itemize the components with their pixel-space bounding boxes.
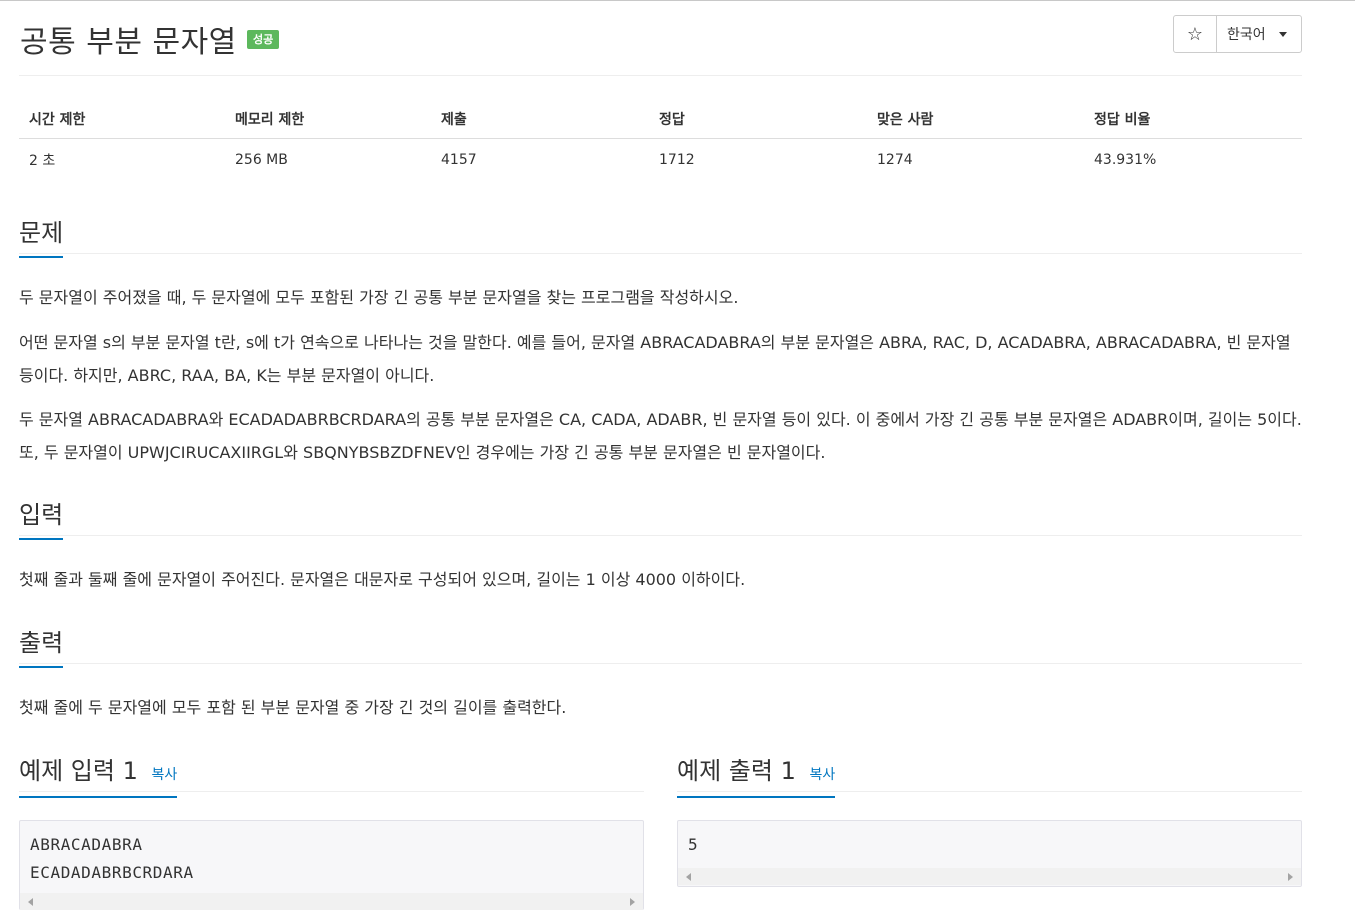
problem-paragraph-2: 어떤 문자열 s의 부분 문자열 t란, s에 t가 연속으로 나타나는 것을 … (19, 333, 1291, 385)
example-input-line: ECADADABRBCRDARA (30, 863, 194, 882)
example-output-line: 5 (688, 835, 699, 854)
example-input-title: 예제 입력 1 복사 (19, 751, 178, 798)
header-accept-ratio: 정답 비율 (1084, 101, 1302, 139)
input-description: 첫째 줄과 둘째 줄에 문자열이 주어진다. 문자열은 대문자로 구성되어 있으… (19, 570, 746, 589)
value-time-limit: 2 초 (29, 153, 56, 169)
table-header-row: 시간 제한 메모리 제한 제출 정답 맞은 사람 정답 비율 (19, 101, 1302, 139)
value-accept-ratio: 43.931% (1094, 152, 1157, 168)
example-input-heading: 예제 입력 1 (19, 757, 138, 785)
value-accepted: 1712 (659, 152, 695, 168)
header-solved-users: 맞은 사람 (867, 101, 1084, 139)
copy-output-button[interactable]: 복사 (810, 767, 836, 783)
problem-header: 공통 부분 문자열 성공 ☆ 한국어 (19, 15, 1302, 65)
problem-paragraph-3: 두 문자열 ABRACADABRA와 ECADADABRBCRDARA의 공통 … (19, 410, 1302, 462)
output-section-header: 출력 (19, 623, 1302, 668)
chevron-down-icon (1279, 32, 1287, 37)
example-output-header: 예제 출력 1 복사 (677, 751, 1302, 798)
problem-paragraph-1: 두 문자열이 주어졌을 때, 두 문자열에 모두 포함된 가장 긴 공통 부분 … (19, 288, 739, 307)
problem-section-header: 문제 (19, 213, 1302, 258)
header-time-limit: 시간 제한 (19, 101, 225, 139)
horizontal-scrollbar[interactable] (678, 868, 1301, 885)
header-button-group: ☆ 한국어 (1173, 15, 1302, 53)
scroll-right-icon[interactable] (1288, 873, 1293, 881)
example-input-line: ABRACADABRA (30, 835, 143, 854)
value-solved-users: 1274 (877, 152, 913, 168)
problem-heading: 문제 (19, 213, 64, 258)
output-heading: 출력 (19, 623, 64, 668)
status-badge: 성공 (247, 30, 280, 49)
input-section-header: 입력 (19, 495, 1302, 540)
value-submissions: 4157 (441, 152, 477, 168)
example-output-box[interactable]: 5 (677, 820, 1302, 887)
header-submissions: 제출 (431, 101, 649, 139)
table-row: 2 초 256 MB 4157 1712 1274 43.931% (19, 139, 1302, 182)
page-title: 공통 부분 문자열 (20, 25, 237, 60)
language-dropdown[interactable]: 한국어 (1217, 16, 1301, 52)
input-heading: 입력 (19, 495, 64, 540)
example-output-heading: 예제 출력 1 (677, 757, 796, 785)
value-memory-limit: 256 MB (235, 152, 288, 168)
header-memory-limit: 메모리 제한 (225, 101, 431, 139)
star-icon: ☆ (1186, 23, 1204, 45)
problem-info-table: 시간 제한 메모리 제한 제출 정답 맞은 사람 정답 비율 2 초 256 M… (19, 101, 1302, 181)
scroll-left-icon[interactable] (686, 873, 691, 881)
copy-input-button[interactable]: 복사 (152, 767, 178, 783)
divider (19, 75, 1302, 76)
favorite-button[interactable]: ☆ (1174, 16, 1217, 52)
scroll-left-icon[interactable] (28, 898, 33, 906)
output-description: 첫째 줄에 두 문자열에 모두 포함 된 부분 문자열 중 가장 긴 것의 길이… (19, 698, 567, 717)
example-input-header: 예제 입력 1 복사 (19, 751, 644, 798)
header-accepted: 정답 (649, 101, 867, 139)
example-input-box[interactable]: ABRACADABRA ECADADABRBCRDARA (19, 820, 644, 910)
example-output-title: 예제 출력 1 복사 (677, 751, 836, 798)
language-label: 한국어 (1227, 27, 1266, 43)
scroll-right-icon[interactable] (630, 898, 635, 906)
